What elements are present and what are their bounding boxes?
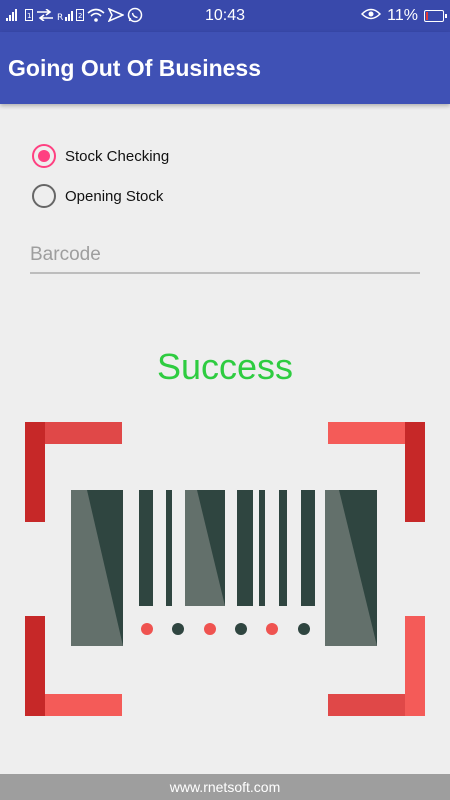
sim-icon: 2: [76, 9, 84, 23]
status-bar: 1 R 2 10:43 11%: [0, 0, 450, 32]
barcode-dots: [141, 623, 310, 635]
whatsapp-icon: [127, 7, 143, 25]
radio-label-opening-stock: Opening Stock: [65, 187, 164, 205]
signal-icon: R: [57, 9, 73, 23]
battery-level-fill: [426, 12, 428, 20]
app-bar: Going Out Of Business: [0, 32, 450, 104]
result-status: Success: [156, 346, 294, 387]
footer-link[interactable]: www.rnetsoft.com: [0, 774, 450, 800]
battery-percent: 11%: [387, 7, 418, 24]
barcode-scanner-icon[interactable]: [25, 422, 425, 716]
status-icons-left: 1 R 2: [6, 0, 143, 32]
radio-label-stock-checking: Stock Checking: [65, 147, 170, 165]
send-icon: [107, 7, 125, 24]
eye-icon: [361, 7, 382, 25]
app-title: Going Out Of Business: [8, 55, 262, 81]
battery-icon: [424, 10, 447, 22]
signal-icon: [6, 9, 22, 23]
radio-stock-checking[interactable]: Stock Checking: [32, 142, 169, 170]
data-transfer-icon: [36, 8, 54, 23]
svg-text:R: R: [57, 13, 63, 21]
svg-text:1: 1: [27, 12, 31, 20]
status-time: 10:43: [204, 7, 246, 24]
radio-opening-stock[interactable]: Opening Stock: [32, 182, 163, 210]
status-icons-right: 11%: [361, 0, 447, 32]
radio-button-checked-icon[interactable]: [32, 144, 56, 168]
barcode-bars: [71, 490, 377, 646]
barcode-input[interactable]: [30, 238, 420, 274]
wifi-icon: [87, 8, 105, 24]
sim-icon: 1: [25, 9, 33, 23]
svg-text:2: 2: [78, 12, 82, 20]
radio-button-unchecked-icon[interactable]: [32, 184, 56, 208]
